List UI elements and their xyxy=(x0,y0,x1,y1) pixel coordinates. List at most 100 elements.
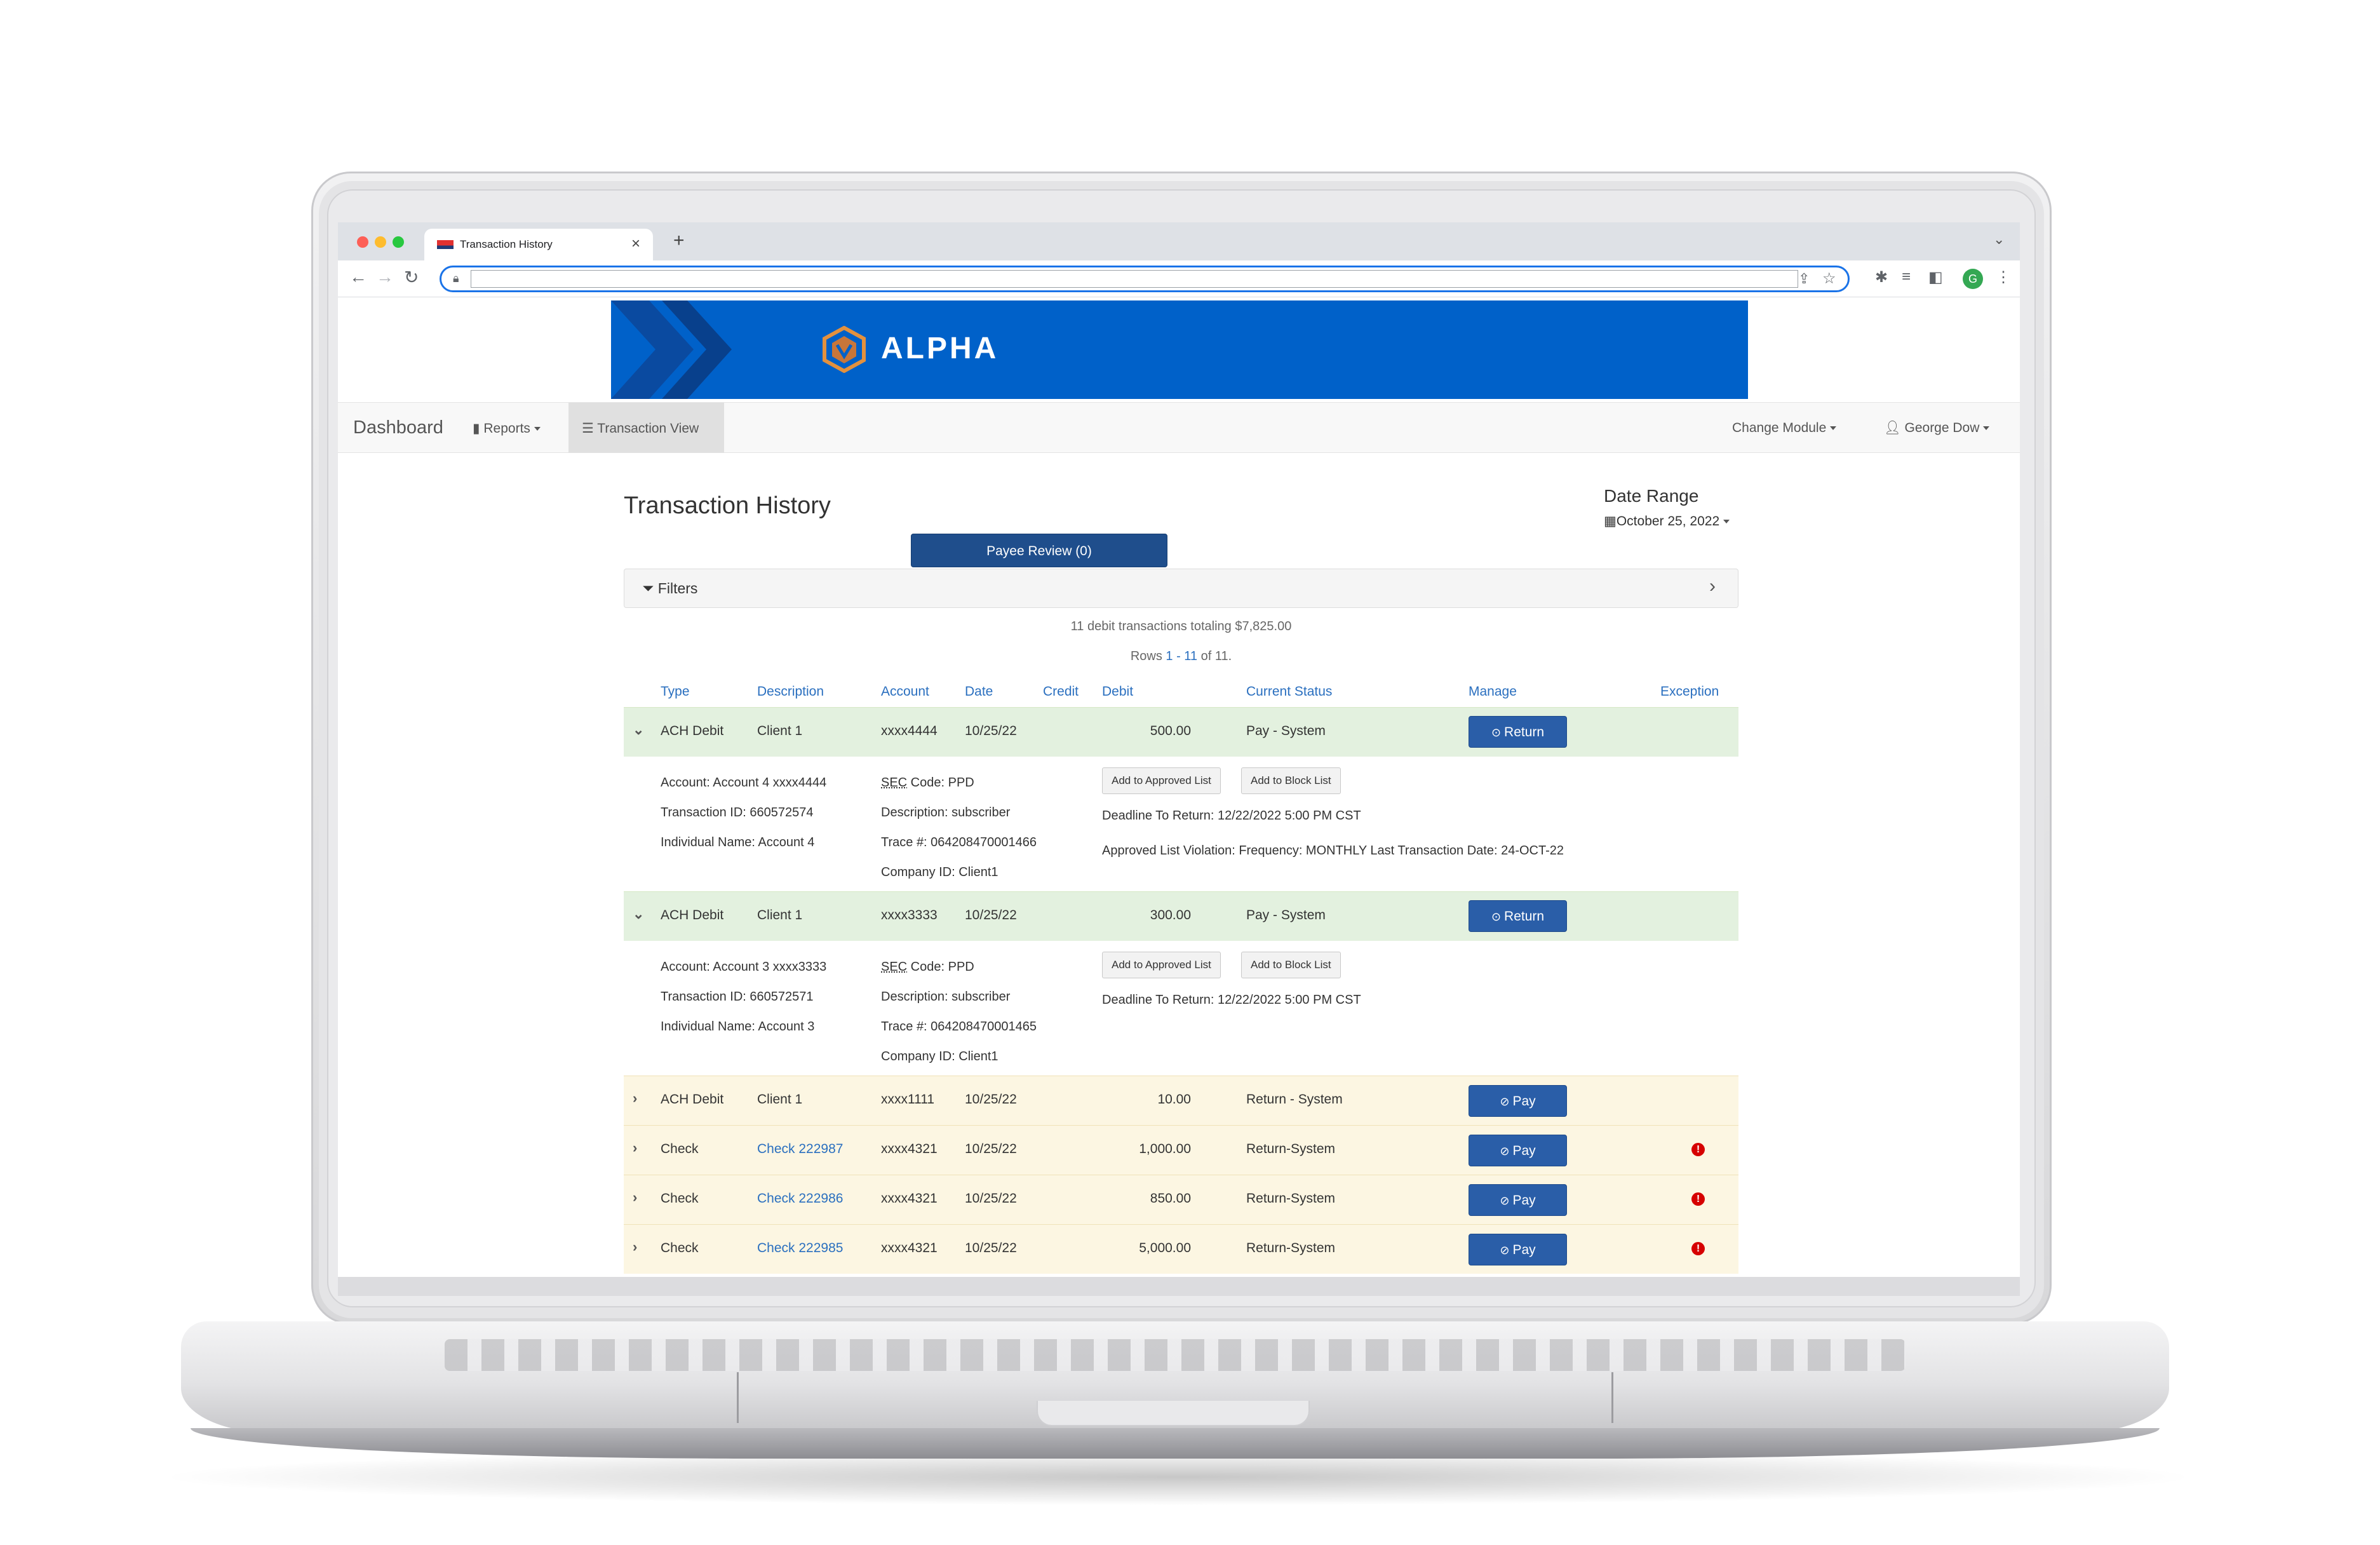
exclamation-circle-icon[interactable]: ! xyxy=(1691,1192,1705,1206)
share-icon[interactable]: ⇪ xyxy=(1798,271,1810,287)
add-to-approved-list-button[interactable]: Add to Approved List xyxy=(1102,952,1221,978)
nav-transaction-view[interactable]: ☰ Transaction View xyxy=(582,421,699,436)
filters-panel[interactable]: ⏷ Filters › xyxy=(624,569,1738,608)
cell-account: xxxx4444 xyxy=(881,724,938,738)
nav-change-module[interactable]: Change Module xyxy=(1732,421,1837,436)
cell-description: Client 1 xyxy=(757,724,803,738)
rows-start-link[interactable]: 1 xyxy=(1166,649,1173,663)
lock-icon: 🔒︎ xyxy=(453,272,459,285)
date-range-picker[interactable]: ▦October 25, 2022 xyxy=(1604,513,1730,529)
rows-dash: - xyxy=(1173,649,1185,663)
profile-avatar[interactable]: G xyxy=(1963,269,1983,289)
column-header-manage[interactable]: Manage xyxy=(1469,684,1517,699)
column-header-description[interactable]: Description xyxy=(757,684,824,699)
forward-icon[interactable]: → xyxy=(376,267,394,287)
add-to-approved-list-button[interactable]: Add to Approved List xyxy=(1102,767,1221,794)
close-window-button[interactable] xyxy=(357,236,368,248)
chevron-right-icon[interactable]: › xyxy=(633,1189,637,1206)
table-row[interactable]: › Check Check 222987 xxxx4321 10/25/22 1… xyxy=(624,1125,1738,1175)
table-row[interactable]: › Check Check 222985 xxxx4321 10/25/22 5… xyxy=(624,1224,1738,1274)
tab-close-icon[interactable]: × xyxy=(631,235,640,253)
side-panel-icon[interactable]: ◧ xyxy=(1928,268,1943,287)
caret-down-icon xyxy=(1983,426,1990,431)
return-button-label: Return xyxy=(1504,909,1545,924)
sec-code-value: Code: PPD xyxy=(907,776,974,790)
circle-check-icon: ⊘ xyxy=(1500,1194,1510,1207)
filters-label: Filters xyxy=(657,580,698,597)
payee-review-button[interactable]: Payee Review (0) xyxy=(911,534,1167,567)
omnibox[interactable]: 🔒︎ ⇪ ☆ xyxy=(440,266,1850,292)
minimize-window-button[interactable] xyxy=(375,236,386,248)
nav-user-label: George Dow xyxy=(1904,421,1980,435)
browser-tab[interactable]: Transaction History × xyxy=(424,229,653,260)
tab-title: Transaction History xyxy=(460,238,553,250)
column-header-credit[interactable]: Credit xyxy=(1043,684,1079,699)
table-row[interactable]: ⌄ ACH Debit Client 1 xxxx4444 10/25/22 5… xyxy=(624,707,1738,757)
exclamation-circle-icon[interactable]: ! xyxy=(1691,1242,1705,1255)
cell-type: ACH Debit xyxy=(661,1092,724,1107)
check-link[interactable]: Check 222986 xyxy=(757,1191,843,1206)
url-input[interactable] xyxy=(471,270,1798,288)
check-link[interactable]: Check 222987 xyxy=(757,1142,843,1157)
column-header-type[interactable]: Type xyxy=(661,684,690,699)
return-button[interactable]: ⊙ Return xyxy=(1469,716,1567,748)
extensions-puzzle-icon[interactable]: ✱ xyxy=(1875,268,1888,287)
chevron-right-icon[interactable]: › xyxy=(633,1239,637,1255)
chevron-down-icon[interactable]: ⌄ xyxy=(633,906,644,922)
chevron-right-icon[interactable]: › xyxy=(633,1090,637,1107)
return-button-label: Return xyxy=(1504,725,1545,739)
rows-end-link[interactable]: 11 xyxy=(1184,649,1197,663)
table-row[interactable]: › ACH Debit Client 1 xxxx1111 10/25/22 1… xyxy=(624,1076,1738,1125)
column-header-account[interactable]: Account xyxy=(881,684,929,699)
reading-list-icon[interactable]: ≡ xyxy=(1902,268,1911,286)
chevron-right-icon[interactable]: › xyxy=(1709,576,1716,597)
sec-abbr: SEC xyxy=(881,960,908,974)
brand-banner: ALPHA xyxy=(611,300,1748,399)
pay-button-label: Pay xyxy=(1512,1193,1536,1208)
nav-reports[interactable]: ▮ Reports xyxy=(473,421,541,436)
cell-account: xxxx4321 xyxy=(881,1142,938,1156)
bookmark-star-icon[interactable]: ☆ xyxy=(1822,269,1836,288)
caret-down-icon xyxy=(534,427,541,431)
tab-bar: Transaction History × + ⌄ xyxy=(338,222,2020,260)
chevron-right-icon[interactable]: › xyxy=(633,1140,637,1156)
detail-transaction-id: Transaction ID: 660572571 xyxy=(661,990,814,1004)
cell-type: Check xyxy=(661,1142,699,1156)
column-header-exception[interactable]: Exception xyxy=(1660,684,1719,699)
pay-button[interactable]: ⊘ Pay xyxy=(1469,1085,1567,1117)
detail-individual-name: Individual Name: Account 3 xyxy=(661,1020,815,1034)
menu-kebab-icon[interactable]: ⋮ xyxy=(1996,268,2011,287)
column-header-date[interactable]: Date xyxy=(965,684,993,699)
table-row[interactable]: ⌄ ACH Debit Client 1 xxxx3333 10/25/22 3… xyxy=(624,891,1738,941)
pay-button[interactable]: ⊘ Pay xyxy=(1469,1184,1567,1216)
check-link[interactable]: Check 222985 xyxy=(757,1241,843,1256)
cell-status: Return-System xyxy=(1246,1142,1336,1156)
table-row[interactable]: › Check Check 222986 xxxx4321 10/25/22 8… xyxy=(624,1175,1738,1224)
add-to-block-list-button[interactable]: Add to Block List xyxy=(1241,952,1341,978)
nav-user-menu[interactable]: 👤︎ George Dow xyxy=(1884,421,1990,436)
caret-down-icon xyxy=(1723,520,1730,524)
nav-dashboard[interactable]: Dashboard xyxy=(353,417,443,438)
new-tab-button[interactable]: + xyxy=(673,230,685,252)
detail-description: Description: subscriber xyxy=(881,990,1011,1004)
cell-debit: 10.00 xyxy=(1157,1092,1191,1107)
reload-icon[interactable]: ↻ xyxy=(404,267,419,288)
exclamation-circle-icon[interactable]: ! xyxy=(1691,1143,1705,1156)
circle-check-icon: ⊘ xyxy=(1500,1095,1510,1108)
column-header-current-status[interactable]: Current Status xyxy=(1246,684,1332,699)
add-to-block-list-button[interactable]: Add to Block List xyxy=(1241,767,1341,794)
pay-button[interactable]: ⊘ Pay xyxy=(1469,1234,1567,1265)
maximize-window-button[interactable] xyxy=(393,236,404,248)
nav-transaction-view-label: Transaction View xyxy=(597,421,699,436)
column-header-debit[interactable]: Debit xyxy=(1102,684,1133,699)
cell-account: xxxx3333 xyxy=(881,908,938,922)
circle-arrow-icon: ⊙ xyxy=(1491,910,1502,923)
tab-search-chevron-icon[interactable]: ⌄ xyxy=(1993,231,2005,248)
detail-trace: Trace #: 064208470001466 xyxy=(881,835,1037,849)
back-icon[interactable]: ← xyxy=(349,267,367,287)
pay-button[interactable]: ⊘ Pay xyxy=(1469,1135,1567,1166)
cell-status: Return - System xyxy=(1246,1092,1343,1107)
return-button[interactable]: ⊙ Return xyxy=(1469,900,1567,932)
chevron-down-icon[interactable]: ⌄ xyxy=(633,722,644,738)
circle-check-icon: ⊘ xyxy=(1500,1145,1510,1157)
